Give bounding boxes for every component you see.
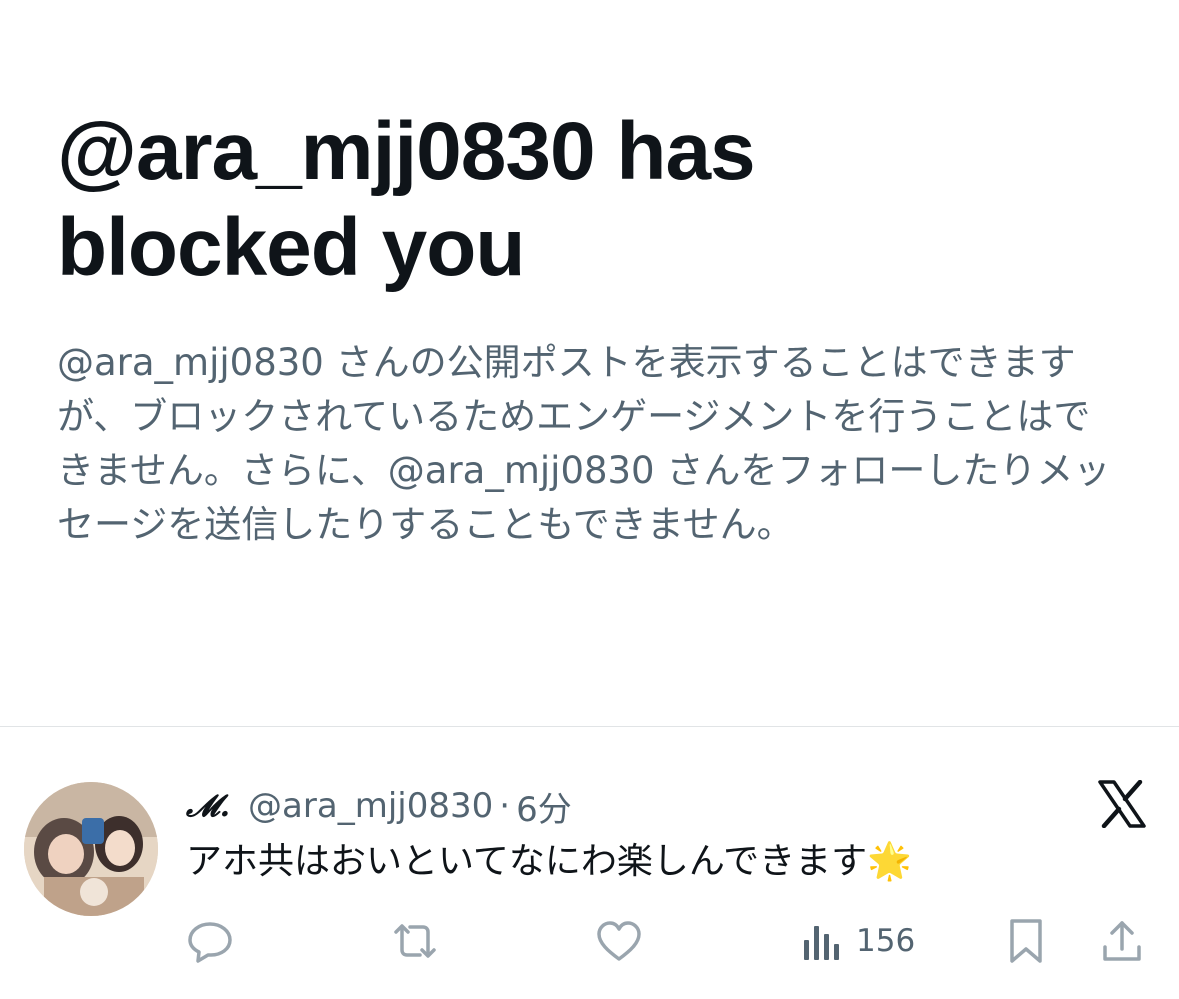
block-notice: @ara_mjj0830 has blocked you @ara_mjj083… [57, 104, 1137, 552]
divider [0, 726, 1179, 727]
star-emoji: 🌟 [867, 841, 912, 882]
bookmark-icon [1006, 917, 1046, 965]
x-logo-icon [1096, 779, 1148, 829]
repost-button[interactable] [388, 916, 442, 966]
display-name[interactable]: 𝓜. [186, 789, 230, 824]
block-description: @ara_mjj0830 さんの公開ポストを表示することはできますが、ブロックさ… [57, 341, 1111, 546]
timestamp[interactable]: 6分 [516, 782, 572, 831]
tweet-card[interactable]: 𝓜. @ara_mjj0830 · 6分 アホ共はおいといてなにわ楽しんできます… [0, 760, 1179, 999]
views-count: 156 [856, 923, 916, 959]
avatar[interactable] [24, 782, 158, 916]
bookmark-button[interactable] [1006, 916, 1046, 966]
views-icon [802, 918, 842, 964]
like-button[interactable] [594, 916, 644, 966]
share-icon [1100, 917, 1144, 965]
tweet-header: 𝓜. @ara_mjj0830 · 6分 [186, 782, 572, 830]
tweet-body: アホ共はおいといてなにわ楽しんできます [186, 841, 868, 882]
tweet-text: アホ共はおいといてなにわ楽しんできます🌟 [186, 838, 912, 886]
handle[interactable]: @ara_mjj0830 [248, 786, 493, 826]
separator-dot: · [499, 786, 511, 826]
share-button[interactable] [1100, 916, 1144, 966]
like-icon [594, 918, 644, 964]
reply-icon [186, 918, 234, 964]
tweet-actions: 156 [186, 916, 1156, 966]
views-button[interactable]: 156 [802, 916, 915, 966]
repost-icon [388, 918, 442, 964]
block-headline: @ara_mjj0830 has blocked you [57, 106, 756, 293]
reply-button[interactable] [186, 916, 234, 966]
